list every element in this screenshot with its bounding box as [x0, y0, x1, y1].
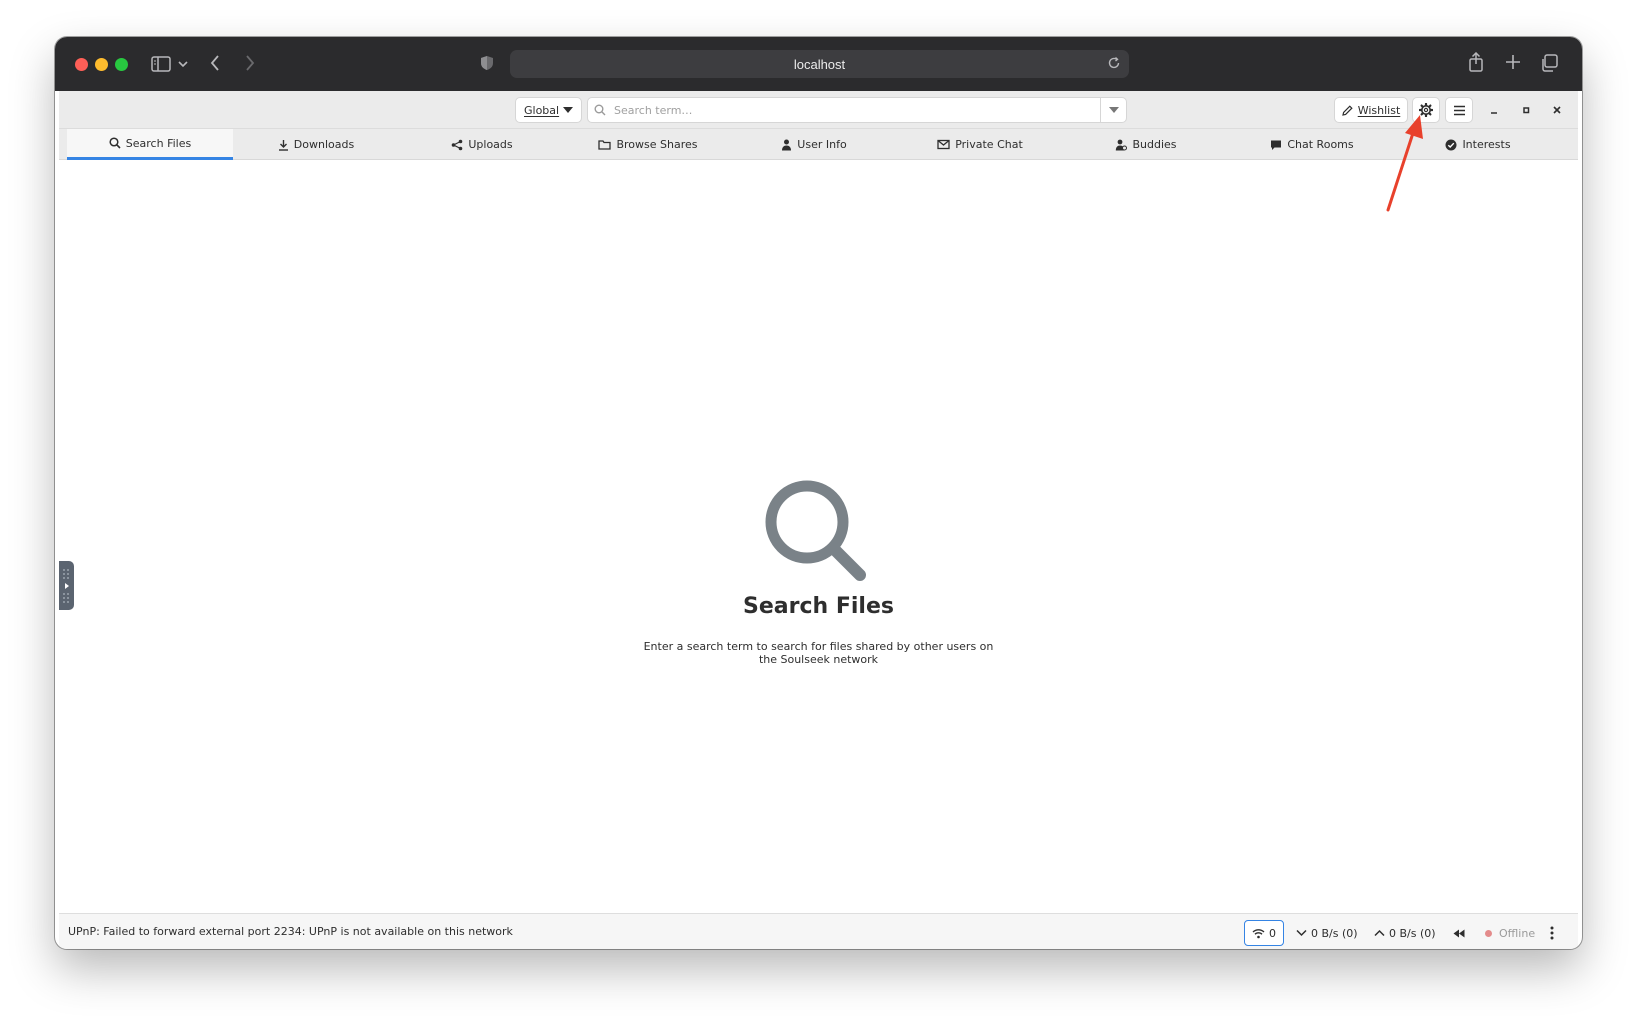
- search-icon: [594, 104, 606, 116]
- chevron-down-icon[interactable]: [177, 58, 189, 70]
- download-icon: [278, 139, 289, 151]
- tab-buddies[interactable]: Buddies: [1063, 129, 1229, 160]
- wifi-icon: [1252, 928, 1265, 939]
- privacy-shield-icon[interactable]: [479, 53, 495, 73]
- main-menu-button[interactable]: [1445, 97, 1473, 123]
- empty-state-description: Enter a search term to search for files …: [643, 640, 994, 666]
- tab-label: Search Files: [125, 136, 192, 150]
- connections-button[interactable]: 0: [1244, 920, 1284, 946]
- connection-status-label: Offline: [1499, 926, 1536, 940]
- share-page-icon[interactable]: [1467, 51, 1485, 73]
- browser-toolbar: localhost: [55, 37, 1582, 91]
- connection-status[interactable]: Offline: [1485, 920, 1535, 946]
- tab-search-files[interactable]: Search Files: [67, 129, 233, 160]
- chevron-down-icon: [1109, 107, 1119, 113]
- url-text: localhost: [793, 56, 846, 72]
- tab-downloads[interactable]: Downloads: [233, 129, 399, 160]
- minimize-window-button[interactable]: [95, 58, 108, 71]
- search-input[interactable]: [612, 102, 1092, 118]
- folder-icon: [598, 139, 612, 150]
- download-speed-value: 0 B/s (0): [1311, 926, 1358, 940]
- tab-label: Uploads: [468, 138, 513, 151]
- tab-overview-icon[interactable]: [1539, 53, 1559, 73]
- main-tabs: Search Files Downloads Uploads Browse Sh…: [59, 129, 1578, 160]
- hamburger-menu-icon: [1453, 105, 1466, 116]
- share-icon: [451, 139, 463, 151]
- address-bar[interactable]: localhost: [510, 50, 1129, 78]
- search-scope-dropdown[interactable]: Global: [515, 97, 582, 123]
- tab-label: Interests: [1462, 138, 1511, 151]
- status-message: UPnP: Failed to forward external port 22…: [68, 925, 513, 938]
- upload-speed-value: 0 B/s (0): [1389, 926, 1436, 940]
- away-toggle[interactable]: [1453, 920, 1465, 946]
- tab-uploads[interactable]: Uploads: [399, 129, 565, 160]
- user-icon: [781, 139, 792, 151]
- envelope-icon: [937, 139, 950, 150]
- sidebar-toggle-icon[interactable]: [151, 54, 171, 74]
- new-tab-icon[interactable]: [1504, 53, 1522, 71]
- tab-private-chat[interactable]: Private Chat: [897, 129, 1063, 160]
- chat-bubble-icon: [1270, 139, 1282, 151]
- chevron-down-icon: [563, 107, 573, 113]
- chevron-up-icon: [1374, 929, 1385, 937]
- minimize-icon[interactable]: [1483, 99, 1505, 121]
- chevron-down-icon: [1296, 929, 1307, 937]
- more-options-button[interactable]: [1550, 920, 1554, 946]
- tab-chat-rooms[interactable]: Chat Rooms: [1229, 129, 1395, 160]
- status-dot-icon: [1485, 929, 1492, 937]
- search-icon: [109, 137, 121, 149]
- zoom-window-button[interactable]: [115, 58, 128, 71]
- close-window-button[interactable]: [75, 58, 88, 71]
- kebab-menu-icon: [1550, 926, 1554, 940]
- upload-speed[interactable]: 0 B/s (0): [1374, 920, 1436, 946]
- tab-label: Buddies: [1132, 138, 1177, 151]
- rewind-icon: [1453, 929, 1465, 938]
- buddies-icon: [1115, 139, 1128, 151]
- connections-count: 0: [1269, 926, 1276, 940]
- tab-user-info[interactable]: User Info: [731, 129, 897, 160]
- browser-window: localhost Global Search term… Wishlist S…: [55, 37, 1582, 949]
- check-circle-icon: [1445, 139, 1457, 151]
- forward-icon[interactable]: [242, 53, 258, 73]
- reload-icon[interactable]: [1107, 56, 1121, 73]
- search-field[interactable]: [587, 97, 1101, 123]
- search-history-dropdown[interactable]: [1100, 97, 1127, 123]
- tab-label: Private Chat: [955, 138, 1023, 151]
- tab-label: User Info: [797, 138, 847, 151]
- tab-label: Browse Shares: [616, 138, 698, 151]
- tab-label: Chat Rooms: [1287, 138, 1354, 151]
- search-placeholder-icon: [764, 479, 874, 589]
- back-icon[interactable]: [207, 53, 223, 73]
- tab-label: Downloads: [293, 138, 355, 151]
- empty-state-title: Search Files: [743, 594, 894, 619]
- search-files-page: Search Files Enter a search term to sear…: [59, 160, 1578, 913]
- download-speed[interactable]: 0 B/s (0): [1296, 920, 1358, 946]
- status-bar: UPnP: Failed to forward external port 22…: [59, 913, 1578, 949]
- pencil-icon: [1341, 104, 1353, 116]
- maximize-icon[interactable]: [1515, 99, 1537, 121]
- tab-browse-shares[interactable]: Browse Shares: [565, 129, 731, 160]
- annotation-arrow-icon: [1380, 110, 1430, 219]
- search-scope-label: Global: [524, 103, 560, 117]
- app-header: Global Wishlist: [59, 91, 1578, 129]
- close-icon[interactable]: [1546, 99, 1568, 121]
